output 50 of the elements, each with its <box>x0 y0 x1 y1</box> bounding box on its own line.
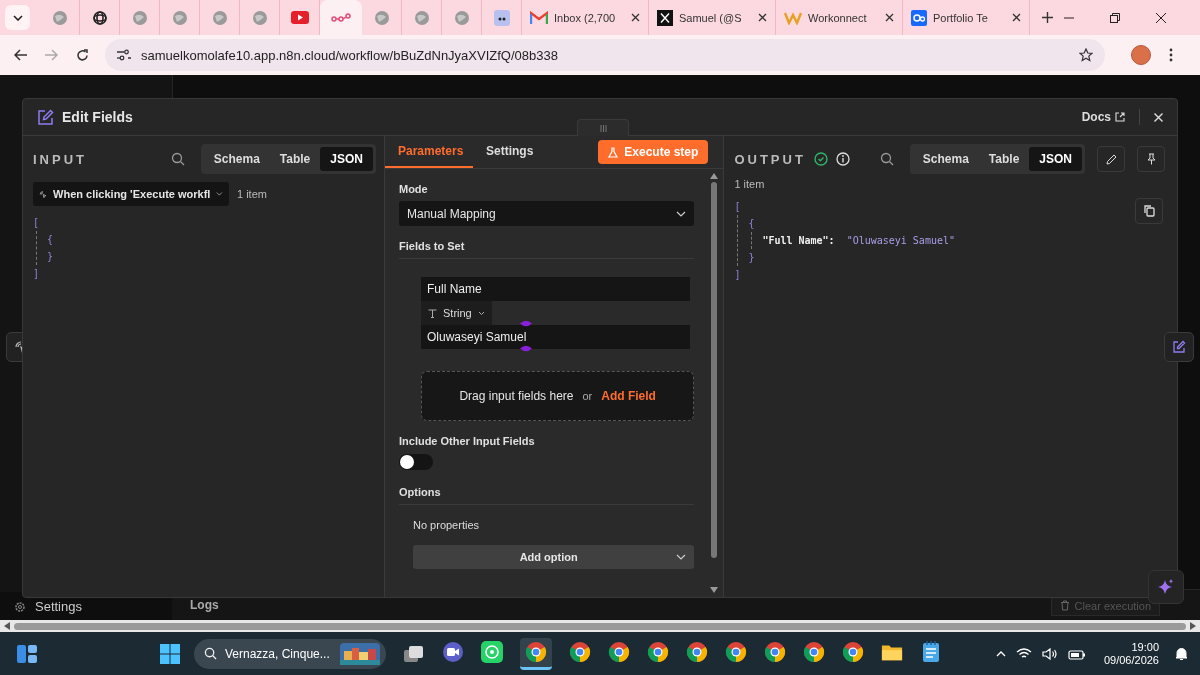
docs-link[interactable]: Docs <box>1081 110 1125 124</box>
or-text: or <box>582 390 593 402</box>
panel-tab[interactable]: Settings <box>473 136 547 168</box>
drop-zone[interactable]: Drag input fields here or Add Field <box>421 371 695 421</box>
tab-title: Workonnect <box>808 11 868 24</box>
view-tab[interactable]: JSON <box>320 147 373 171</box>
view-tab[interactable]: Table <box>269 147 321 171</box>
json-bracket: [ <box>734 200 742 214</box>
type-dropdown[interactable]: String <box>421 301 492 325</box>
view-tab[interactable]: Table <box>978 147 1030 171</box>
field-name-input[interactable]: Full Name <box>421 277 691 301</box>
dialog-title: Edit Fields <box>62 109 133 125</box>
json-bracket: [ <box>33 216 41 230</box>
address-field[interactable]: samuelkomolafe10.app.n8n.cloud/workflow/bBuZdNnJyaXVIZfQ/08b338 <box>105 39 1105 71</box>
drop-hint: Drag input fields here <box>459 389 574 403</box>
clock-time[interactable]: 19:00 <box>1131 641 1159 653</box>
url-text: samuelkomolafe10.app.n8n.cloud/workflow/bBuZdNnJyaXVIZfQ/08b338 <box>141 47 558 63</box>
json-bracket: } <box>47 250 54 264</box>
panel-heading: OUTPUT <box>734 151 806 167</box>
section-heading: Options <box>399 486 695 505</box>
view-tab[interactable]: Schema <box>203 147 270 171</box>
field-label: Include Other Input Fields <box>399 435 536 447</box>
node-selector[interactable]: When clicking 'Execute workfl <box>33 182 229 206</box>
mode-dropdown[interactable]: Manual Mapping <box>399 201 695 226</box>
item-count: 1 item <box>734 178 766 190</box>
taskbar-search-field[interactable]: Vernazza, Cinque... <box>194 638 386 669</box>
tab-title: Portfolio Te <box>933 11 989 24</box>
json-bracket: ] <box>33 267 41 281</box>
settings-link[interactable]: Settings <box>35 599 82 614</box>
json-bracket: } <box>748 251 756 265</box>
json-bracket: ] <box>734 268 742 282</box>
add-option-dropdown[interactable]: Add option <box>413 545 695 569</box>
panel-heading: INPUT <box>33 151 87 167</box>
json-bracket: { <box>748 217 756 231</box>
section-heading: Fields to Set <box>399 240 695 259</box>
view-tab[interactable]: JSON <box>1029 147 1082 171</box>
clock-date[interactable]: 09/06/2026 <box>1103 654 1159 666</box>
panel-tab[interactable]: Parameters <box>385 136 473 168</box>
empty-message: No properties <box>413 519 481 531</box>
json-key: "Full Name": <box>762 232 835 249</box>
tab-title: Inbox (2,700 <box>554 11 617 24</box>
json-value: "Oluwaseyi Samuel" <box>846 234 955 248</box>
field-value-input[interactable]: Oluwaseyi Samuel <box>421 325 691 349</box>
logs-label[interactable]: Logs <box>190 598 219 612</box>
add-field-link[interactable]: Add Field <box>601 389 656 403</box>
tab-title: Samuel (@S <box>679 11 743 24</box>
json-bracket: { <box>47 233 54 247</box>
field-label: Mode <box>399 183 429 195</box>
view-tab[interactable]: Schema <box>912 147 979 171</box>
item-count: 1 item <box>237 188 267 200</box>
